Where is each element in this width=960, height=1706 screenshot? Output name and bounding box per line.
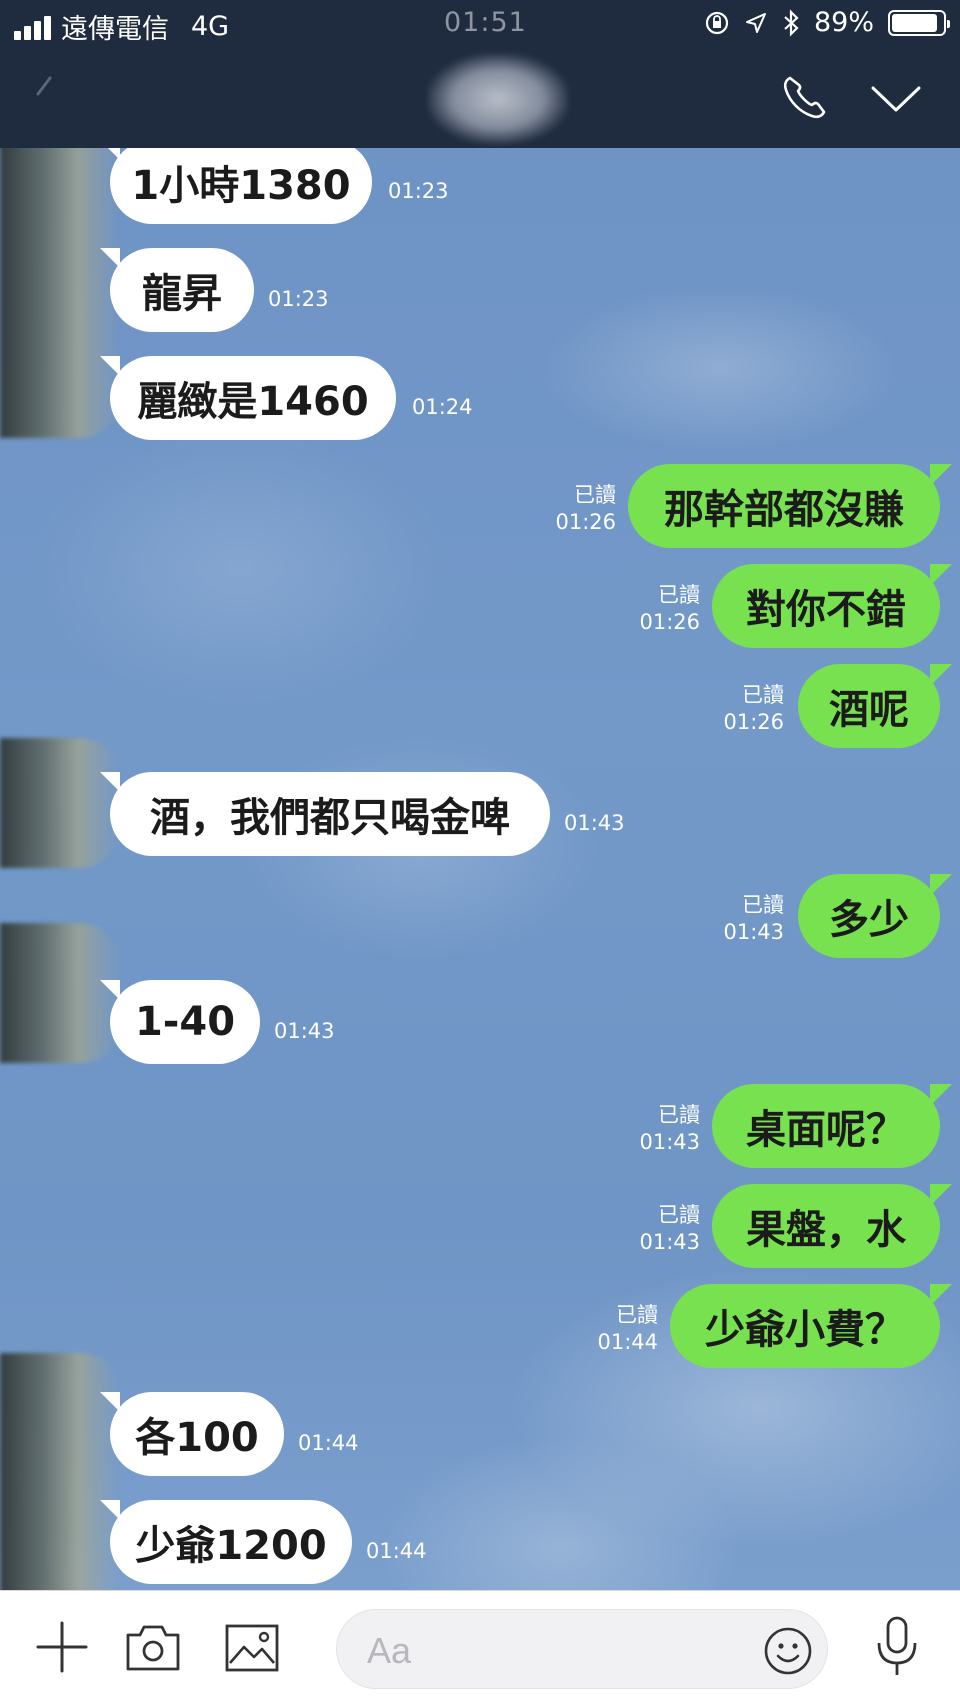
- read-label: 已讀: [742, 893, 784, 917]
- camera-icon[interactable]: [124, 1621, 182, 1673]
- outgoing-message[interactable]: 那幹部都沒賺: [628, 464, 952, 548]
- outgoing-message[interactable]: 對你不錯: [712, 564, 952, 648]
- message-time: 01:43: [639, 1130, 700, 1154]
- outgoing-message[interactable]: 酒呢: [798, 664, 952, 748]
- outgoing-message[interactable]: 果盤，水: [712, 1184, 952, 1268]
- emoji-icon[interactable]: [763, 1626, 813, 1676]
- avatar[interactable]: [0, 1353, 120, 1590]
- status-bar: 遠傳電信 4G 01:51 89%: [0, 0, 960, 48]
- message-time: 01:26: [555, 510, 616, 534]
- message-time: 01:43: [564, 811, 625, 835]
- message-input-bar: Aa: [0, 1590, 960, 1706]
- message-time: 01:44: [597, 1330, 658, 1354]
- plus-icon[interactable]: [34, 1619, 90, 1675]
- incoming-message[interactable]: 龍昇: [100, 248, 254, 332]
- bluetooth-icon: [784, 8, 799, 37]
- message-time: 01:43: [723, 920, 784, 944]
- location-icon: [745, 12, 766, 33]
- read-receipt: 已讀 01:26: [694, 682, 784, 736]
- read-label: 已讀: [574, 483, 616, 507]
- network-type: 4G: [191, 11, 230, 42]
- read-label: 已讀: [658, 583, 700, 607]
- chat-area[interactable]: 1小時1380 01:23 龍昇 01:23 麗緻是1460 01:24 已讀 …: [0, 148, 960, 1590]
- outgoing-message[interactable]: 少爺小費？: [670, 1284, 952, 1368]
- message-placeholder: Aa: [367, 1630, 412, 1671]
- incoming-message[interactable]: 1-40: [100, 980, 260, 1064]
- message-time: 01:43: [639, 1230, 700, 1254]
- read-receipt: 已讀 01:43: [610, 1102, 700, 1156]
- read-receipt: 已讀 01:43: [610, 1202, 700, 1256]
- message-time: 01:26: [639, 610, 700, 634]
- battery-icon: [888, 9, 950, 36]
- chat-header: [0, 48, 960, 148]
- message-input[interactable]: Aa: [336, 1609, 828, 1689]
- back-icon[interactable]: [30, 74, 60, 114]
- message-time: 01:26: [723, 710, 784, 734]
- phone-icon[interactable]: [780, 72, 830, 122]
- signal-icon: [14, 14, 51, 40]
- carrier-name: 遠傳電信: [61, 14, 169, 45]
- read-receipt: 已讀 01:43: [694, 892, 784, 946]
- microphone-icon[interactable]: [874, 1615, 920, 1679]
- incoming-message[interactable]: 1小時1380: [100, 148, 372, 224]
- avatar[interactable]: [0, 738, 120, 868]
- read-label: 已讀: [616, 1303, 658, 1327]
- incoming-message[interactable]: 酒，我們都只喝金啤: [100, 772, 550, 856]
- read-receipt: 已讀 01:26: [526, 482, 616, 536]
- outgoing-message[interactable]: 桌面呢？: [712, 1084, 952, 1168]
- read-receipt: 已讀 01:26: [610, 582, 700, 636]
- message-time: 01:43: [274, 1019, 335, 1043]
- incoming-message[interactable]: 各100: [100, 1392, 284, 1476]
- message-time: 01:23: [268, 287, 329, 311]
- chevron-down-icon[interactable]: [870, 84, 922, 114]
- message-time: 01:44: [366, 1539, 427, 1563]
- read-receipt: 已讀 01:44: [568, 1302, 658, 1356]
- message-time: 01:44: [298, 1431, 359, 1455]
- read-label: 已讀: [742, 683, 784, 707]
- incoming-message[interactable]: 少爺1200: [100, 1500, 352, 1584]
- message-time: 01:24: [412, 395, 473, 419]
- image-icon[interactable]: [224, 1623, 280, 1673]
- message-time: 01:23: [388, 179, 449, 203]
- chat-title-redacted: [428, 54, 568, 144]
- read-label: 已讀: [658, 1203, 700, 1227]
- rotation-lock-icon: [705, 11, 729, 34]
- clock: 01:51: [444, 7, 527, 38]
- read-label: 已讀: [658, 1103, 700, 1127]
- incoming-message[interactable]: 麗緻是1460: [100, 356, 396, 440]
- outgoing-message[interactable]: 多少: [798, 874, 952, 958]
- avatar[interactable]: [0, 148, 120, 438]
- battery-percent: 89%: [813, 7, 874, 38]
